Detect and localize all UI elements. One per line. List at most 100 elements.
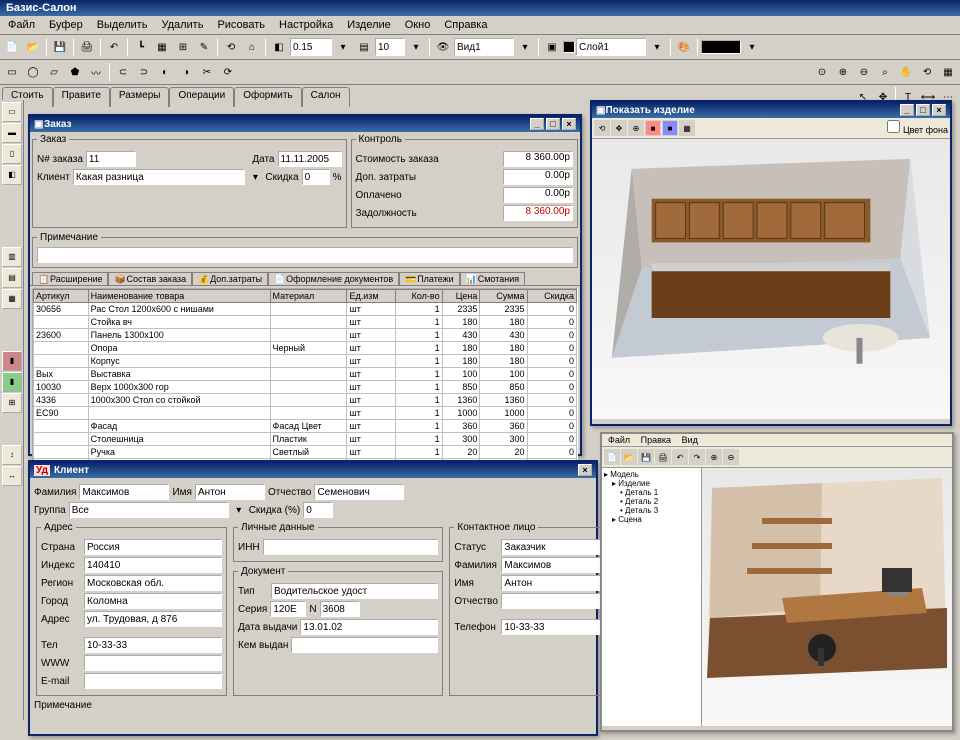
viewer-max-icon[interactable]: □ xyxy=(916,104,930,116)
shape1-icon[interactable]: ▭ xyxy=(2,62,22,82)
country-input[interactable] xyxy=(84,539,222,555)
shape10-icon[interactable]: ✂ xyxy=(197,62,217,82)
name-input[interactable] xyxy=(195,484,265,500)
shape8-icon[interactable]: ◐ xyxy=(155,62,175,82)
sec-menu-1[interactable]: Файл xyxy=(604,435,634,445)
minimize-icon[interactable]: _ xyxy=(530,118,544,130)
stb-2-icon[interactable]: 📂 xyxy=(621,449,637,465)
inn-input[interactable] xyxy=(263,539,439,555)
city-input[interactable] xyxy=(84,593,222,609)
stb-4-icon[interactable]: 🖨 xyxy=(655,449,671,465)
notes-input[interactable] xyxy=(37,247,573,263)
email-input[interactable] xyxy=(84,673,222,689)
vtb-zoom-icon[interactable]: ⊕ xyxy=(628,120,644,136)
vtb-grid-icon[interactable]: ▦ xyxy=(679,120,695,136)
menu-window[interactable]: Окно xyxy=(399,17,437,33)
stb-6-icon[interactable]: ↷ xyxy=(689,449,705,465)
sec-menu-2[interactable]: Правка xyxy=(637,435,675,445)
vtb-red-icon[interactable]: ■ xyxy=(645,120,661,136)
subtab-payments[interactable]: 💳Платежи xyxy=(399,272,460,285)
grid-icon[interactable]: ▦ xyxy=(938,62,958,82)
maximize-icon[interactable]: □ xyxy=(546,118,560,130)
table-row[interactable]: EC90шт1100010000 xyxy=(34,407,577,420)
shape7-icon[interactable]: ⊃ xyxy=(134,62,154,82)
shape9-icon[interactable]: ◑ xyxy=(176,62,196,82)
tab-dims[interactable]: Размеры xyxy=(110,87,170,107)
stb-5-icon[interactable]: ↶ xyxy=(672,449,688,465)
vtb-blue-icon[interactable]: ■ xyxy=(662,120,678,136)
tab-format[interactable]: Оформить xyxy=(234,87,301,107)
region-input[interactable] xyxy=(84,575,222,591)
street-input[interactable] xyxy=(84,611,222,627)
menu-select[interactable]: Выделить xyxy=(91,17,154,33)
order-col-header[interactable]: Наименование товара xyxy=(88,290,270,303)
viewer-close-icon[interactable]: × xyxy=(932,104,946,116)
menu-draw[interactable]: Рисовать xyxy=(211,17,271,33)
docdate-input[interactable] xyxy=(300,619,438,635)
tool-a-icon[interactable]: ┗ xyxy=(131,37,151,57)
zoom-out-icon[interactable]: ⊖ xyxy=(854,62,874,82)
order-col-header[interactable]: Артикул xyxy=(34,290,89,303)
subtab-ext[interactable]: 📋Расширение xyxy=(32,272,108,285)
docnum-input[interactable] xyxy=(320,601,360,617)
discount-input[interactable] xyxy=(302,169,330,185)
patr-input[interactable] xyxy=(314,484,404,500)
pan-icon[interactable]: ✋ xyxy=(896,62,916,82)
subtab-addcost[interactable]: 💰Доп.затраты xyxy=(192,272,268,285)
dock-btn-11[interactable]: ↕ xyxy=(2,445,22,465)
step-input-1[interactable] xyxy=(290,38,332,56)
ordernum-input[interactable] xyxy=(86,151,136,167)
dropdown-3-icon[interactable]: ▾ xyxy=(515,37,535,57)
view-icon[interactable]: 👁 xyxy=(433,37,453,57)
cdisc-input[interactable] xyxy=(303,502,333,518)
order-col-header[interactable]: Сумма xyxy=(480,290,527,303)
bgcolor-checkbox[interactable] xyxy=(887,120,900,133)
color-swatch[interactable] xyxy=(563,41,575,53)
line-style[interactable] xyxy=(701,40,741,54)
tab-salon[interactable]: Салон xyxy=(302,87,350,107)
viewer-min-icon[interactable]: _ xyxy=(900,104,914,116)
stb-3-icon[interactable]: 💾 xyxy=(638,449,654,465)
subtab-docs[interactable]: 📄Оформление документов xyxy=(268,272,399,285)
menu-buffer[interactable]: Буфер xyxy=(43,17,89,33)
palette-icon[interactable]: 🎨 xyxy=(674,37,694,57)
series-input[interactable] xyxy=(270,601,306,617)
print-icon[interactable]: 🖨 xyxy=(77,37,97,57)
stb-8-icon[interactable]: ⊖ xyxy=(723,449,739,465)
shape6-icon[interactable]: ⊂ xyxy=(113,62,133,82)
menu-settings[interactable]: Настройка xyxy=(273,17,339,33)
menu-help[interactable]: Справка xyxy=(438,17,493,33)
dock-btn-3[interactable]: ▯ xyxy=(2,144,22,164)
undo-icon[interactable]: ↶ xyxy=(104,37,124,57)
zoom-in-icon[interactable]: ⊕ xyxy=(833,62,853,82)
subtab-estimate[interactable]: 📊Смотания xyxy=(460,272,525,285)
dock-btn-4[interactable]: ◧ xyxy=(2,165,22,185)
dock-btn-5[interactable]: ▥ xyxy=(2,247,22,267)
table-row[interactable]: ОпораЧерныйшт11801800 xyxy=(34,342,577,355)
tab-ops[interactable]: Операции xyxy=(169,87,234,107)
table-row[interactable]: ФасадФасад Цветшт13603600 xyxy=(34,420,577,433)
client-window-titlebar[interactable]: Уд Клиент × xyxy=(30,462,596,478)
order-window-titlebar[interactable]: ▣ Заказ _ □ × xyxy=(30,116,580,132)
group-dropdown-icon[interactable]: ▾ xyxy=(232,503,246,517)
subtab-contents[interactable]: 📦Состав заказа xyxy=(108,272,192,285)
shape11-icon[interactable]: ⟳ xyxy=(218,62,238,82)
order-items-table[interactable]: АртикулНаименование товараМатериалЕд.изм… xyxy=(33,289,577,466)
dock-btn-8[interactable]: ▮ xyxy=(2,351,22,371)
client-lookup-icon[interactable]: ▾ xyxy=(248,170,262,184)
table-row[interactable]: ВыхВыставкашт11001000 xyxy=(34,368,577,381)
dock-btn-12[interactable]: ↔ xyxy=(2,466,22,486)
order-col-header[interactable]: Ед.изм xyxy=(347,290,395,303)
table-row[interactable]: Стойка вчшт11801800 xyxy=(34,316,577,329)
dropdown-2-icon[interactable]: ▾ xyxy=(406,37,426,57)
client-close-icon[interactable]: × xyxy=(578,464,592,476)
table-row[interactable]: РучкаСветлыйшт120200 xyxy=(34,446,577,459)
fam-input[interactable] xyxy=(79,484,169,500)
table-row[interactable]: 10030Верх 1000х300 горшт18508500 xyxy=(34,381,577,394)
vtb-pan-icon[interactable]: ✥ xyxy=(611,120,627,136)
table-row[interactable]: Корпусшт11801800 xyxy=(34,355,577,368)
docwho-input[interactable] xyxy=(291,637,438,653)
shape3-icon[interactable]: ▱ xyxy=(44,62,64,82)
doctype-input[interactable] xyxy=(271,583,438,599)
tab-edit[interactable]: Правите xyxy=(53,87,110,107)
